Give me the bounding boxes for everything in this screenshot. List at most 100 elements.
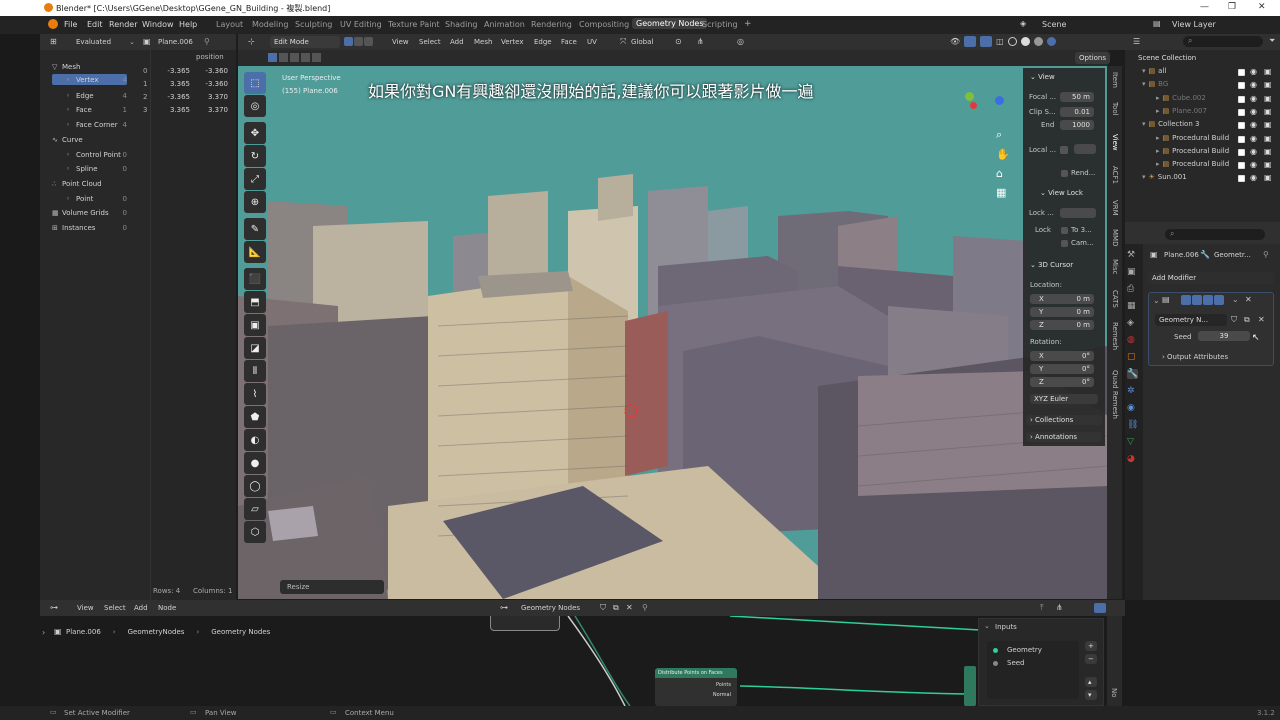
- maximize-icon[interactable]: ❐: [1228, 2, 1236, 12]
- workspace-tab-geometry-nodes[interactable]: Geometry Nodes: [632, 18, 708, 29]
- spreadsheet-tree-face-corner[interactable]: ◦ Face Corner 4: [52, 119, 127, 130]
- exclude-checkbox[interactable]: [1238, 162, 1245, 170]
- seed-field[interactable]: 39: [1198, 331, 1250, 341]
- chevron-icon[interactable]: ▸: [1156, 94, 1160, 102]
- sidebar-tab-quad-remesh[interactable]: Quad Remesh: [1111, 370, 1119, 419]
- realtime-toggle-icon[interactable]: [1192, 295, 1202, 305]
- render-camera-icon[interactable]: ▣: [1264, 107, 1272, 116]
- node-menu-add[interactable]: Add: [134, 604, 148, 612]
- tool-extrude-icon[interactable]: ⬒: [244, 291, 266, 313]
- filter-icon[interactable]: ⏷: [1269, 36, 1275, 46]
- chevron-icon[interactable]: ▸: [1156, 147, 1160, 155]
- tool-transform-icon[interactable]: ⊕: [244, 191, 266, 213]
- 3d-cursor-header[interactable]: ⌄ 3D Cursor: [1030, 261, 1073, 269]
- material-shading-icon[interactable]: [1033, 37, 1043, 46]
- viewport-menu-view[interactable]: View: [392, 38, 409, 46]
- vertex-select-icon[interactable]: [344, 37, 353, 46]
- render-region-checkbox[interactable]: [1061, 170, 1068, 177]
- tool-annotate-icon[interactable]: ✎: [244, 218, 266, 240]
- collapse-chevron-icon[interactable]: ⌄: [984, 622, 990, 630]
- output-attributes-panel[interactable]: › Output Attributes: [1162, 353, 1228, 361]
- menu-window[interactable]: Window: [142, 20, 174, 29]
- outliner-item[interactable]: ▾ ☀ Sun.001: [1142, 173, 1187, 181]
- focal-length-field[interactable]: 50 m: [1060, 92, 1094, 102]
- visibility-eye-icon[interactable]: ◉: [1250, 134, 1257, 143]
- cursor-rotation-z[interactable]: Z 0°: [1030, 377, 1094, 387]
- properties-tab-physics-icon[interactable]: ◉: [1127, 403, 1138, 413]
- viewport-menu-mesh[interactable]: Mesh: [474, 38, 492, 46]
- z-axis-icon[interactable]: [995, 96, 1004, 105]
- viewport-menu-edge[interactable]: Edge: [534, 38, 552, 46]
- viewport-menu-select[interactable]: Select: [419, 38, 441, 46]
- duplicate-icon[interactable]: ⧉: [613, 603, 619, 613]
- select-invert-icon[interactable]: [301, 53, 310, 62]
- lock-camera-checkbox[interactable]: [1061, 240, 1068, 247]
- cursor-location-y[interactable]: Y 0 m: [1030, 307, 1094, 317]
- tool-move-icon[interactable]: ✥: [244, 122, 266, 144]
- menu-help[interactable]: Help: [179, 20, 197, 29]
- outliner-item[interactable]: ▸ ▤ Cube.002: [1156, 94, 1206, 102]
- parent-node-tree-icon[interactable]: ⤒: [1040, 603, 1044, 613]
- chevron-icon[interactable]: ▾: [1142, 80, 1146, 88]
- remove-modifier-icon[interactable]: ✕: [1245, 295, 1252, 304]
- render-camera-icon[interactable]: ▣: [1264, 173, 1272, 182]
- workspace-tab-texture-paint[interactable]: Texture Paint: [388, 20, 440, 29]
- scene-selector[interactable]: Scene: [1042, 20, 1066, 29]
- tool-shrink-fatten-icon[interactable]: ◯: [244, 475, 266, 497]
- render-camera-icon[interactable]: ▣: [1264, 94, 1272, 103]
- spreadsheet-tree-instances[interactable]: ⊞ Instances 0: [52, 222, 127, 233]
- collections-panel[interactable]: › Collections: [1026, 415, 1102, 425]
- sidebar-tab-acf1[interactable]: ACF1: [1111, 166, 1119, 184]
- tool-spin-icon[interactable]: ◐: [244, 429, 266, 451]
- spreadsheet-tree-vertex[interactable]: ◦ Vertex 4: [52, 74, 127, 85]
- workspace-tab-shading[interactable]: Shading: [445, 20, 478, 29]
- properties-tab-render-icon[interactable]: ▣: [1127, 267, 1138, 277]
- cursor-location-x[interactable]: X 0 m: [1030, 294, 1094, 304]
- collapse-chevron-icon[interactable]: ⌄: [1153, 296, 1160, 305]
- properties-tab-data-icon[interactable]: ▽: [1127, 437, 1138, 447]
- visibility-eye-icon[interactable]: ◉: [1250, 94, 1257, 103]
- tool-shear-icon[interactable]: ▱: [244, 498, 266, 520]
- local-camera-picker[interactable]: [1074, 144, 1096, 154]
- tool-smooth-icon[interactable]: ●: [244, 452, 266, 474]
- menu-edit[interactable]: Edit: [87, 20, 103, 29]
- tool-inset-icon[interactable]: ▣: [244, 314, 266, 336]
- outliner-item[interactable]: ▸ ▤ Procedural Build: [1156, 134, 1229, 142]
- spreadsheet-tree-spline[interactable]: ◦ Spline 0: [52, 163, 127, 174]
- tool-select-box-icon[interactable]: ⬚: [244, 72, 266, 94]
- sidebar-tab-vrm[interactable]: VRM: [1111, 200, 1119, 216]
- scene-collection-label[interactable]: Scene Collection: [1138, 54, 1196, 62]
- lock-object-field[interactable]: [1060, 208, 1096, 218]
- render-toggle-icon[interactable]: [1203, 295, 1213, 305]
- properties-tab-output-icon[interactable]: ⎙: [1127, 284, 1138, 294]
- xray-icon[interactable]: ◫: [996, 37, 1004, 46]
- viewport-menu-face[interactable]: Face: [561, 38, 577, 46]
- node-tree-selector[interactable]: Geometry Nodes: [521, 604, 580, 612]
- options-dropdown[interactable]: Options: [1075, 52, 1111, 64]
- render-camera-icon[interactable]: ▣: [1264, 160, 1272, 169]
- properties-search-field[interactable]: [1165, 229, 1265, 240]
- viewport-menu-vertex[interactable]: Vertex: [501, 38, 524, 46]
- exclude-checkbox[interactable]: [1238, 95, 1245, 103]
- view-layer-selector[interactable]: View Layer: [1172, 20, 1216, 29]
- visibility-eye-icon[interactable]: ◉: [1250, 120, 1257, 129]
- outliner-item[interactable]: ▾ ▤ BG: [1142, 80, 1168, 88]
- clip-end-field[interactable]: 1000: [1060, 120, 1094, 130]
- move-up-button[interactable]: ▴: [1085, 677, 1097, 687]
- annotations-panel[interactable]: › Annotations: [1026, 432, 1102, 442]
- snap-icon[interactable]: ⋔: [697, 37, 704, 46]
- ortho-grid-icon[interactable]: ▦: [996, 186, 1010, 199]
- node-group-output-partial[interactable]: [964, 666, 976, 706]
- node-menu-view[interactable]: View: [77, 604, 94, 612]
- visibility-eye-icon[interactable]: ◉: [1250, 80, 1257, 89]
- editor-type-icon[interactable]: ⊞: [50, 37, 57, 46]
- add-workspace-icon[interactable]: +: [744, 19, 752, 29]
- workspace-tab-sculpting[interactable]: Sculpting: [295, 20, 332, 29]
- edge-select-icon[interactable]: [354, 37, 363, 46]
- spreadsheet-tree-point[interactable]: ◦ Point 0: [52, 193, 127, 204]
- column-header-position[interactable]: position: [196, 53, 224, 61]
- spreadsheet-tree-face[interactable]: ◦ Face 1: [52, 104, 127, 115]
- workspace-tab-compositing[interactable]: Compositing: [579, 20, 629, 29]
- select-new-icon[interactable]: [268, 53, 277, 62]
- tool-bevel-icon[interactable]: ◪: [244, 337, 266, 359]
